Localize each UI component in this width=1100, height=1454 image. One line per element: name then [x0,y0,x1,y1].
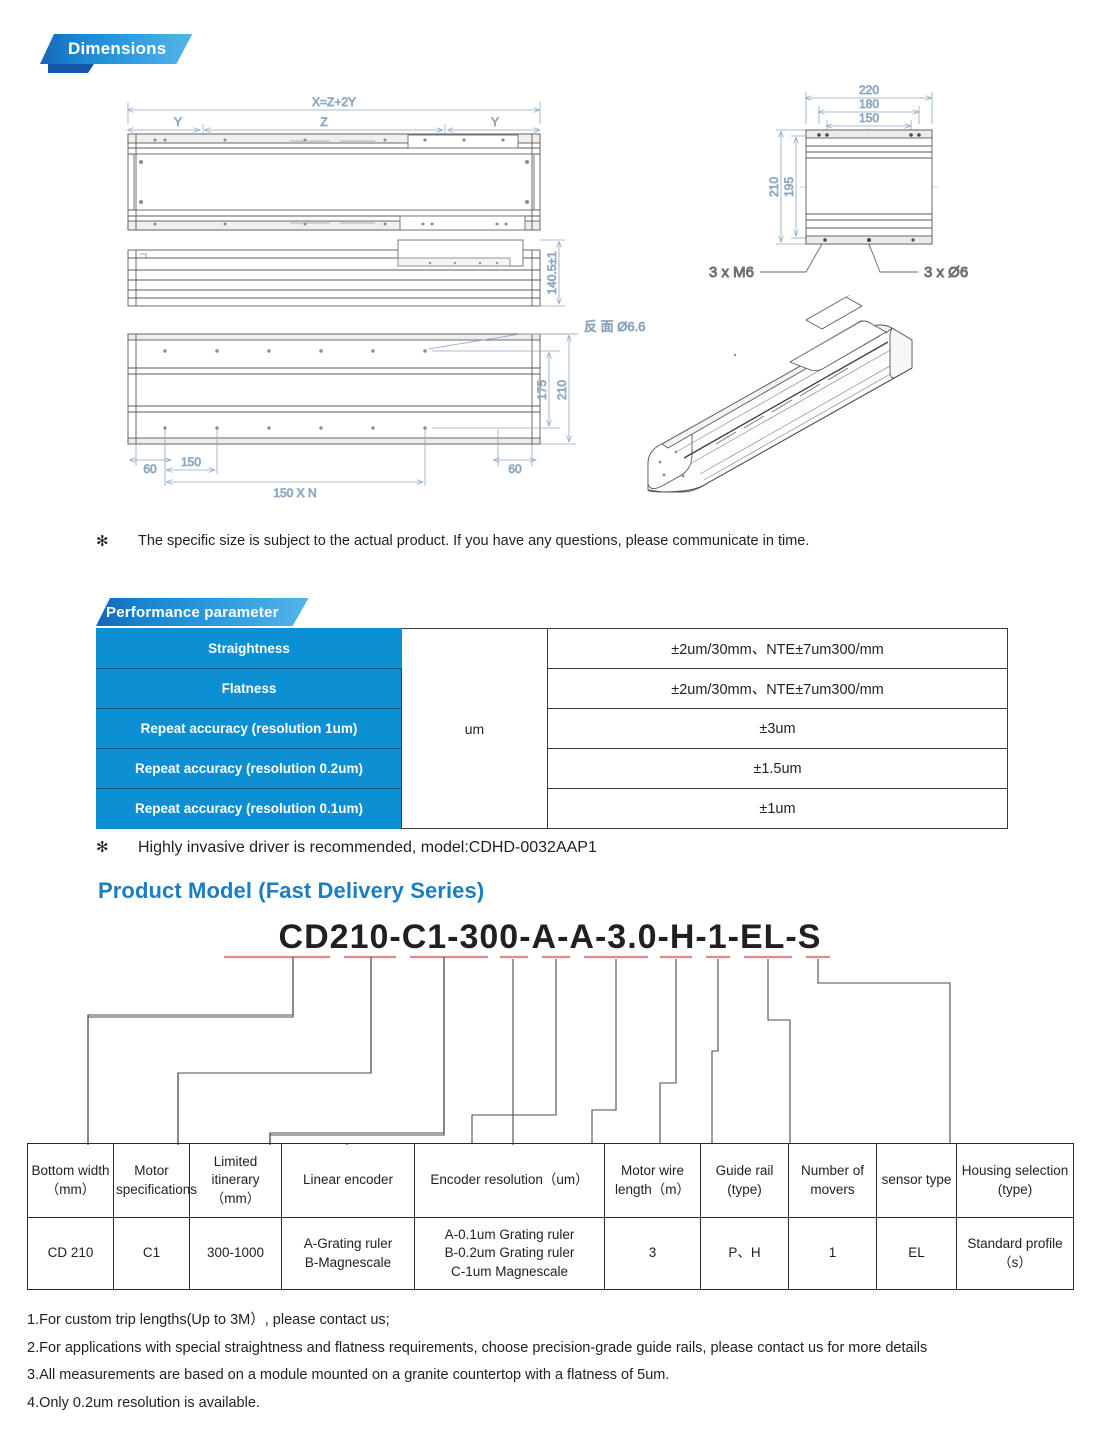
end-view-callouts: 3 x M6 3 x Ø6 [709,243,969,281]
dimension-drawings: X=Z+2Y Y Z Y 140.5±1 反 面 Ø6.6 175 210 60… [0,72,1100,522]
end-view-body [805,129,933,245]
spec-value-limited-itinerary: 300-1000 [189,1217,282,1290]
svg-text:150: 150 [859,111,879,125]
driver-note: ✻ Highly invasive driver is recommended,… [96,838,996,859]
performance-section-banner: Performance parameter [96,598,309,626]
spec-header-bottom-width: Bottom width（mm） [27,1143,114,1218]
model-code-leader-lines [0,955,1100,1192]
leader-paths-final [87,957,445,1145]
spec-value-number-of-movers: 1 [788,1217,877,1290]
svg-text:140.5±1: 140.5±1 [545,251,559,295]
spec-header-linear-encoder: Linear encoder [281,1143,415,1218]
perf-label: Repeat accuracy (resolution 1um) [96,708,402,749]
top-view-body [127,133,541,231]
dimensions-banner-label: Dimensions [68,39,167,58]
svg-text:3 x M6: 3 x M6 [709,264,754,281]
asterisk-icon: ✻ [96,533,109,550]
asterisk-icon: ✻ [96,839,109,856]
svg-text:Y: Y [491,115,499,129]
svg-text:X=Z+2Y: X=Z+2Y [312,95,356,109]
spec-header-encoder-resolution: Encoder resolution（um） [414,1143,605,1218]
spec-value-motor-wire-length: 3 [604,1217,701,1290]
svg-text:210: 210 [555,380,569,400]
svg-text:150 X N: 150 X N [273,486,316,500]
dimensions-section-banner: Dimensions [40,34,192,64]
perf-value: ±2um/30mm、NTE±7um300/mm [547,668,1008,709]
perf-value: ±1.5um [547,748,1008,789]
table-row: Repeat accuracy (resolution 1um) ±3um [96,708,1008,749]
spec-header-limited-itinerary: Limited itinerary（mm） [189,1143,282,1218]
perf-label: Straightness [96,628,402,669]
leaders-rendered [87,959,514,1192]
performance-banner-label: Performance parameter [106,603,279,621]
spec-header-guide-rail: Guide rail (type) [700,1143,789,1218]
footnote-4: 4.Only 0.2um resolution is available. [27,1394,260,1411]
table-row: Repeat accuracy (resolution 0.1um) ±1um [96,788,1008,829]
leaders-tail [591,959,951,1143]
driver-note-text: Highly invasive driver is recommended, m… [138,839,597,856]
product-model-heading: Product Model (Fast Delivery Series) [98,878,485,903]
footnote-1: 1.For custom trip lengths(Up to 3M）, ple… [27,1312,390,1328]
leader-lines-group [87,959,445,1143]
spec-value-row: CD 210 C1 300-1000 A-Grating ruler B-Mag… [27,1217,1074,1290]
perf-label: Flatness [96,668,402,709]
size-note-text: The specific size is subject to the actu… [138,533,810,549]
banner-shape: Performance parameter [96,598,309,626]
spec-header-sensor-type: sensor type [876,1143,957,1218]
spec-value-encoder-resolution: A-0.1um Grating ruler B-0.2um Grating ru… [414,1217,605,1290]
footnote-2: 2.For applications with special straight… [27,1339,928,1356]
spec-header-motor-wire-length: Motor wire length（m） [604,1143,701,1218]
footnote-3: 3.All measurements are based on a module… [27,1367,670,1384]
side-view-body [127,239,541,307]
svg-text:Y: Y [174,115,182,129]
model-code-string: CD210-C1-300-A-A-3.0-H-1-EL-S [278,918,822,956]
spec-value-housing-selection: Standard profile（s） [956,1217,1074,1290]
svg-text:210: 210 [767,177,781,197]
spec-header-number-of-movers: Number of movers [788,1143,877,1218]
svg-text:175: 175 [535,380,549,400]
spec-value-sensor-type: EL [876,1217,957,1290]
spec-value-linear-encoder: A-Grating ruler B-Magnescale [281,1217,415,1290]
svg-text:反 面 Ø6.6: 反 面 Ø6.6 [584,319,645,334]
perf-value: ±1um [547,788,1008,829]
svg-text:3 x Ø6: 3 x Ø6 [924,264,968,281]
spec-value-guide-rail: P、H [700,1217,789,1290]
size-note: ✻ The specific size is subject to the ac… [96,532,996,551]
spec-header-row: Bottom width（mm） Motor specifications Li… [27,1143,1074,1218]
leaders [87,959,445,1143]
banner-shape: Dimensions [40,34,192,64]
svg-text:60: 60 [143,462,157,476]
spec-value-motor-specifications: C1 [113,1217,190,1290]
svg-text:180: 180 [859,97,879,111]
spec-header-motor-specifications: Motor specifications [113,1143,197,1218]
product-model-spec-table: Bottom width（mm） Motor specifications Li… [27,1143,1074,1290]
leaders-remaining [471,959,557,1143]
bottom-view-body [127,333,541,445]
table-row: Repeat accuracy (resolution 0.2um) ±1.5u… [96,748,1008,789]
perf-value: ±2um/30mm、NTE±7um300/mm [547,628,1008,669]
performance-parameter-table: Straightness um ±2um/30mm、NTE±7um300/mm … [96,628,1008,829]
footnotes: 1.For custom trip lengths(Up to 3M）, ple… [27,1310,1073,1420]
isometric-view [647,294,913,493]
svg-text:220: 220 [859,83,879,97]
perf-label: Repeat accuracy (resolution 0.1um) [96,788,402,829]
table-row: Straightness um ±2um/30mm、NTE±7um300/mm [96,628,1008,829]
perf-label: Repeat accuracy (resolution 0.2um) [96,748,402,789]
svg-text:60: 60 [508,462,522,476]
side-view-dimensions: 140.5±1 [540,239,565,307]
leader-paths [87,957,445,1145]
table-row: Flatness ±2um/30mm、NTE±7um300/mm [96,668,1008,709]
perf-value: ±3um [547,708,1008,749]
perf-unit: um [401,628,548,829]
spec-header-housing-selection: Housing selection (type) [956,1143,1074,1218]
spec-value-bottom-width: CD 210 [27,1217,114,1290]
svg-text:150: 150 [181,455,201,469]
svg-text:Z: Z [320,115,327,129]
svg-text:195: 195 [782,177,796,197]
